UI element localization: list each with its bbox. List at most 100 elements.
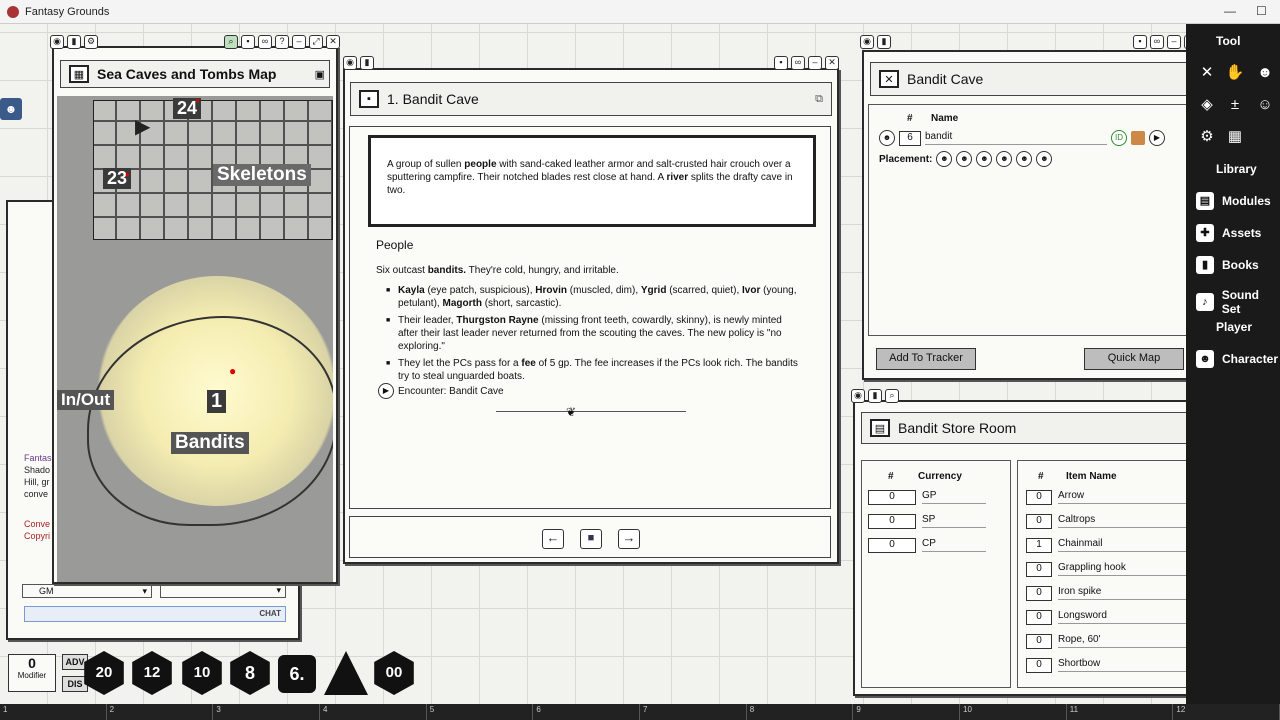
faction-icon[interactable] xyxy=(1131,131,1145,145)
hotbar-slot[interactable]: 11 xyxy=(1067,704,1174,720)
hotbar-slot[interactable]: 9 xyxy=(853,704,960,720)
previous-arrow-icon[interactable]: ← xyxy=(542,529,564,549)
currency-amount-field[interactable]: 0 xyxy=(868,490,916,505)
adv-button[interactable]: ADV xyxy=(62,654,88,670)
link-icon[interactable]: ∞ xyxy=(1150,35,1164,49)
share-icon[interactable]: ◉ xyxy=(343,56,357,70)
sidebar-item-books[interactable]: ▮Books xyxy=(1196,256,1259,274)
hotbar-slot[interactable]: 7 xyxy=(640,704,747,720)
minimize-button[interactable]: — xyxy=(1224,4,1236,18)
hotbar-slot[interactable]: 1 xyxy=(0,704,107,720)
chat-identity-select[interactable]: GM▾ xyxy=(22,584,152,598)
placement-token-icon[interactable]: ☻ xyxy=(1036,151,1052,167)
placement-token-icon[interactable]: ☻ xyxy=(976,151,992,167)
encounter-link[interactable]: ▶Encounter: Bandit Cave xyxy=(378,383,504,399)
copy-icon[interactable]: ⧉ xyxy=(815,93,823,106)
chat-side-tab[interactable]: ☻ xyxy=(0,98,22,120)
d6-die[interactable]: 6. xyxy=(278,655,316,693)
chat-bubble-icon[interactable]: ▣ xyxy=(315,68,325,81)
modifier-icon[interactable]: ± xyxy=(1224,94,1246,116)
hand-icon[interactable]: ✋ xyxy=(1224,62,1246,84)
item-name[interactable]: Grappling hook xyxy=(1058,562,1200,576)
item-quantity-field[interactable]: 0 xyxy=(1026,634,1052,649)
hotbar-slot[interactable]: 2 xyxy=(107,704,214,720)
hotbar-slot[interactable]: 4 xyxy=(320,704,427,720)
minimize-icon[interactable]: – xyxy=(292,35,306,49)
close-icon[interactable]: ✕ xyxy=(825,56,839,70)
quick-map-button[interactable]: Quick Map xyxy=(1084,348,1184,370)
item-quantity-field[interactable]: 0 xyxy=(1026,586,1052,601)
currency-name[interactable]: SP xyxy=(922,514,986,528)
item-name[interactable]: Longsword xyxy=(1058,610,1200,624)
maximize-button[interactable]: ☐ xyxy=(1256,4,1267,18)
item-name[interactable]: Iron spike xyxy=(1058,586,1200,600)
hotbar-slot[interactable]: 5 xyxy=(427,704,534,720)
book-icon[interactable]: ▮ xyxy=(877,35,891,49)
creature-name[interactable]: bandit xyxy=(925,131,1107,145)
hotbar-slot[interactable]: 8 xyxy=(747,704,854,720)
map-pin-icon[interactable]: ● xyxy=(229,364,236,378)
currency-name[interactable]: GP xyxy=(922,490,986,504)
lock-icon[interactable]: ▪ xyxy=(241,35,255,49)
item-quantity-field[interactable]: 0 xyxy=(1026,514,1052,529)
settings-icon[interactable]: ⚙ xyxy=(84,35,98,49)
search-icon[interactable]: ⌕ xyxy=(885,389,899,403)
item-name[interactable]: Shortbow xyxy=(1058,658,1200,672)
currency-amount-field[interactable]: 0 xyxy=(868,538,916,553)
hotbar-slot[interactable]: 10 xyxy=(960,704,1067,720)
token-icon[interactable]: ☻ xyxy=(879,130,895,146)
lock-icon[interactable]: ▪ xyxy=(1133,35,1147,49)
item-quantity-field[interactable]: 1 xyxy=(1026,538,1052,553)
help-icon[interactable]: ? xyxy=(275,35,289,49)
share-icon[interactable]: ◉ xyxy=(851,389,865,403)
expand-icon[interactable]: ⤢ xyxy=(309,35,323,49)
map-canvas[interactable]: 24 23 Skeletons In/Out 1 Bandits ● ● ● ▶ xyxy=(57,96,333,582)
add-to-tracker-button[interactable]: Add To Tracker xyxy=(876,348,976,370)
count-field[interactable]: 6 xyxy=(899,131,921,146)
share-icon[interactable]: ◉ xyxy=(860,35,874,49)
index-book-icon[interactable]: ■ xyxy=(580,529,602,549)
item-name[interactable]: Rope, 60' xyxy=(1058,634,1200,648)
map-pin-icon[interactable]: ● xyxy=(125,170,130,179)
item-quantity-field[interactable]: 0 xyxy=(1026,562,1052,577)
next-arrow-icon[interactable]: → xyxy=(618,529,640,549)
open-link-icon[interactable]: ▶ xyxy=(1149,130,1165,146)
dis-button[interactable]: DIS xyxy=(62,676,88,692)
hotbar-slot[interactable]: 12 xyxy=(1173,704,1280,720)
item-quantity-field[interactable]: 0 xyxy=(1026,610,1052,625)
id-icon[interactable]: ID xyxy=(1111,130,1127,146)
library-icon[interactable]: ▦ xyxy=(1224,126,1246,148)
share-icon[interactable]: ◉ xyxy=(50,35,64,49)
chat-input[interactable]: CHAT xyxy=(24,606,286,622)
book-icon[interactable]: ▮ xyxy=(868,389,882,403)
zoom-icon[interactable]: ⌕ xyxy=(224,35,238,49)
placement-token-icon[interactable]: ☻ xyxy=(956,151,972,167)
crossed-swords-icon[interactable]: ✕ xyxy=(1196,62,1218,84)
close-icon[interactable]: ✕ xyxy=(326,35,340,49)
item-quantity-field[interactable]: 0 xyxy=(1026,490,1052,505)
modifier-box[interactable]: 0 Modifier xyxy=(8,654,56,692)
currency-name[interactable]: CP xyxy=(922,538,986,552)
item-name[interactable]: Chainmail xyxy=(1058,538,1200,552)
token-triangle-icon[interactable]: ▶ xyxy=(135,114,150,139)
hotbar-slot[interactable]: 6 xyxy=(533,704,640,720)
lock-icon[interactable]: ▪ xyxy=(774,56,788,70)
sidebar-item-modules[interactable]: ▤Modules xyxy=(1196,192,1271,210)
chat-language-select[interactable]: ▾ xyxy=(160,584,286,598)
link-icon[interactable]: ∞ xyxy=(791,56,805,70)
party-icon[interactable]: ☻ xyxy=(1254,62,1276,84)
book-icon[interactable]: ▮ xyxy=(360,56,374,70)
placement-token-icon[interactable]: ☻ xyxy=(996,151,1012,167)
item-name[interactable]: Arrow xyxy=(1058,490,1200,504)
gear-icon[interactable]: ⚙ xyxy=(1196,126,1218,148)
minimize-icon[interactable]: – xyxy=(808,56,822,70)
link-icon[interactable]: ∞ xyxy=(258,35,272,49)
currency-amount-field[interactable]: 0 xyxy=(868,514,916,529)
placement-token-icon[interactable]: ☻ xyxy=(936,151,952,167)
map-pin-icon[interactable]: ● xyxy=(195,96,200,105)
hotbar-slot[interactable]: 3 xyxy=(213,704,320,720)
dice-icon[interactable]: ◈ xyxy=(1196,94,1218,116)
item-name[interactable]: Caltrops xyxy=(1058,514,1200,528)
sidebar-item-character[interactable]: ☻Character xyxy=(1196,350,1278,368)
minimize-icon[interactable]: – xyxy=(1167,35,1181,49)
